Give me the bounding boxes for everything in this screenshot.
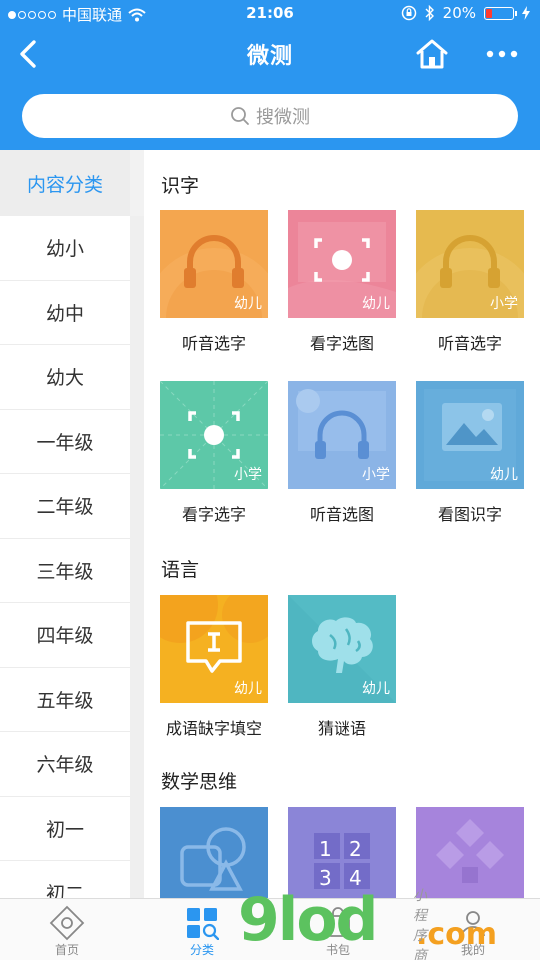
page-title: 微测 [246, 44, 293, 69]
search-placeholder: 搜微测 [256, 107, 310, 128]
grid-number: 1 [319, 837, 332, 861]
tab-label: 分类 [189, 943, 214, 957]
quiz-card[interactable]: 幼儿 看字选图 [288, 210, 396, 354]
quiz-tile: 幼儿 [288, 595, 396, 703]
sidebar-item-grade-4[interactable]: 四年级 [0, 603, 130, 668]
quiz-tile: 小学 [160, 381, 268, 489]
more-options-icon[interactable] [484, 40, 520, 68]
bottom-tab-bar: 首页 分类 书包 我的 [0, 898, 540, 960]
quiz-card-label: 看字选图 [309, 334, 374, 353]
quiz-card[interactable]: 小学 看字选字 [160, 381, 268, 525]
quiz-tile: 幼儿 [160, 595, 268, 703]
quiz-card-label: 听音选字 [181, 334, 246, 353]
quiz-tile: 小学 [288, 381, 396, 489]
content-panel: 识字 幼儿 听音选字 幼儿 看字选图 小学 听音选字 小学 看字选字 小学 听音… [144, 150, 540, 898]
quiz-card-label: 听音选字 [437, 334, 502, 353]
level-badge: 幼儿 [362, 296, 390, 312]
quiz-card[interactable]: 幼儿 听音选字 [160, 210, 268, 354]
quiz-tile: 1 2 3 4 [288, 807, 396, 898]
bluetooth-icon [425, 5, 434, 21]
sidebar-item-kindergarten-senior[interactable]: 幼大 [0, 345, 130, 410]
quiz-tile [160, 807, 268, 898]
home-diamond-icon [49, 905, 85, 941]
picture-icon [442, 403, 502, 451]
sidebar-item-grade-6[interactable]: 六年级 [0, 732, 130, 797]
top-bar: 中国联通 21:06 20% 微测 搜微测 [0, 0, 540, 150]
level-badge: 幼儿 [490, 467, 518, 483]
section-title-characters: 识字 [161, 175, 200, 197]
quiz-card[interactable] [416, 807, 524, 898]
level-badge: 小学 [362, 467, 390, 483]
quiz-tile: 幼儿 [416, 381, 524, 489]
navigation-bar: 微测 [0, 28, 540, 82]
quiz-card-label: 看字选字 [181, 505, 246, 524]
charging-icon [522, 6, 530, 20]
quiz-card[interactable]: 幼儿 成语缺字填空 [160, 595, 268, 739]
sidebar-item-grade-5[interactable]: 五年级 [0, 667, 130, 732]
quiz-card[interactable]: 小学 听音选图 [288, 381, 396, 525]
quiz-card-label: 猜谜语 [317, 719, 366, 738]
level-badge: 小学 [234, 467, 262, 483]
sidebar-item-kindergarten-middle[interactable]: 幼中 [0, 280, 130, 345]
tab-home[interactable]: 首页 [22, 905, 112, 958]
category-grid-icon [187, 908, 219, 940]
grid-number: 4 [349, 866, 362, 890]
bag-icon [326, 907, 350, 937]
tab-label: 我的 [460, 943, 485, 957]
tab-profile[interactable]: 我的 [428, 905, 518, 958]
tab-category[interactable]: 分类 [157, 905, 247, 958]
tab-label: 首页 [54, 943, 79, 957]
quiz-card[interactable]: 小学 听音选字 [416, 210, 524, 354]
sidebar-item-grade-1[interactable]: 一年级 [0, 409, 130, 474]
category-sidebar: 内容分类 幼小 幼中 幼大 一年级 二年级 三年级 四年级 五年级 六年级 初一… [0, 150, 130, 898]
battery-percent: 20% [442, 4, 476, 22]
quiz-card-label: 听音选图 [309, 505, 374, 524]
battery-icon [484, 6, 517, 20]
sidebar-item-junior-1[interactable]: 初一 [0, 796, 130, 861]
tab-schoolbag[interactable]: 书包 [293, 905, 383, 958]
sidebar-item-grade-3[interactable]: 三年级 [0, 538, 130, 603]
quiz-tile: 幼儿 [160, 210, 268, 318]
search-icon [231, 107, 249, 125]
status-bar: 中国联通 21:06 20% [0, 0, 540, 28]
search-input[interactable]: 搜微测 [22, 94, 518, 138]
quiz-tile: 小学 [416, 210, 524, 318]
grid-number: 3 [319, 866, 332, 890]
quiz-card-label: 看图识字 [437, 505, 502, 524]
section-title-math-thinking: 数学思维 [161, 771, 238, 793]
quiz-tile [416, 807, 524, 898]
home-icon[interactable] [414, 36, 450, 72]
quiz-tile: 幼儿 [288, 210, 396, 318]
quiz-card-label: 成语缺字填空 [165, 719, 262, 738]
sidebar-item-junior-2[interactable]: 初二 [0, 861, 130, 898]
tab-label: 书包 [325, 943, 350, 957]
orientation-lock-icon [401, 5, 416, 21]
level-badge: 幼儿 [234, 296, 262, 312]
user-icon [461, 911, 485, 937]
level-badge: 小学 [490, 296, 518, 312]
sidebar-divider [130, 216, 144, 898]
sidebar-item-kindergarten-junior[interactable]: 幼小 [0, 216, 130, 281]
quiz-card[interactable] [160, 807, 268, 898]
quiz-card[interactable]: 幼儿 猜谜语 [288, 595, 396, 739]
quiz-card[interactable]: 幼儿 看图识字 [416, 381, 524, 525]
level-badge: 幼儿 [234, 681, 262, 697]
sidebar-item-grade-2[interactable]: 二年级 [0, 474, 130, 539]
quiz-card[interactable]: 1 2 3 4 [288, 807, 396, 898]
section-title-language: 语言 [161, 559, 200, 581]
grid-number: 2 [349, 837, 362, 861]
sidebar-header[interactable]: 内容分类 [0, 150, 130, 216]
level-badge: 幼儿 [362, 681, 390, 697]
